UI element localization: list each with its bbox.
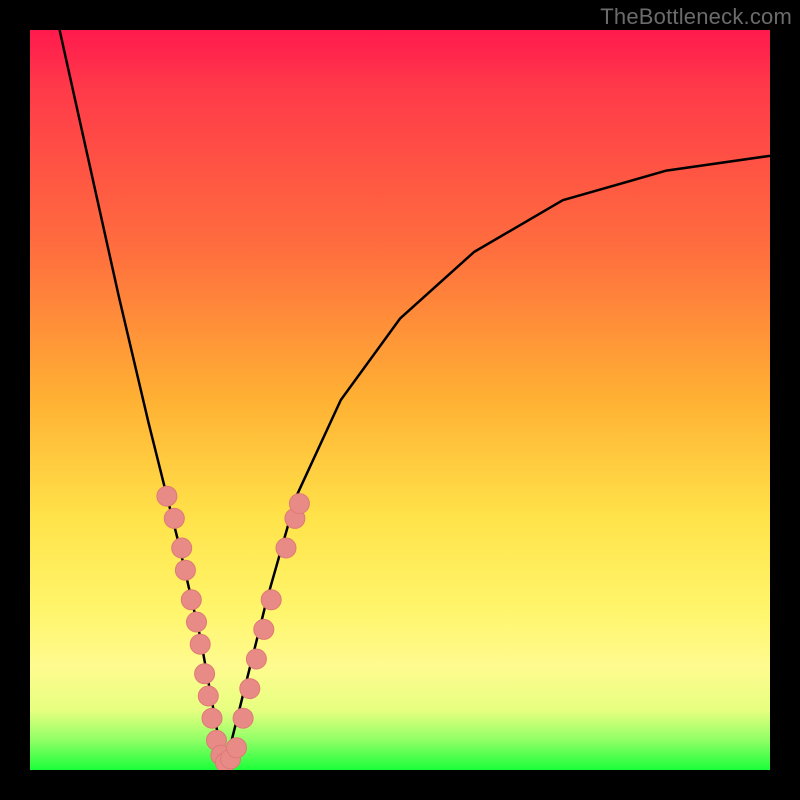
data-marker	[246, 649, 266, 669]
marker-layer	[157, 486, 310, 770]
data-marker	[211, 745, 231, 765]
data-marker	[254, 619, 274, 639]
data-marker	[175, 560, 195, 580]
data-marker	[172, 538, 192, 558]
data-marker	[164, 508, 184, 528]
data-marker	[276, 538, 296, 558]
data-marker	[207, 730, 227, 750]
data-marker	[227, 738, 247, 758]
data-marker	[157, 486, 177, 506]
data-marker	[190, 634, 210, 654]
bottleneck-curve	[60, 30, 770, 763]
curve-layer	[60, 30, 770, 763]
data-marker	[187, 612, 207, 632]
data-marker	[285, 508, 305, 528]
data-marker	[261, 590, 281, 610]
data-marker	[195, 664, 215, 684]
data-marker	[215, 753, 235, 770]
watermark-text: TheBottleneck.com	[600, 4, 792, 30]
curve-svg	[30, 30, 770, 770]
plot-area	[30, 30, 770, 770]
data-marker	[181, 590, 201, 610]
chart-frame: TheBottleneck.com	[0, 0, 800, 800]
data-marker	[233, 708, 253, 728]
data-marker	[240, 679, 260, 699]
data-marker	[202, 708, 222, 728]
data-marker	[221, 749, 241, 769]
data-marker	[289, 494, 309, 514]
data-marker	[198, 686, 218, 706]
